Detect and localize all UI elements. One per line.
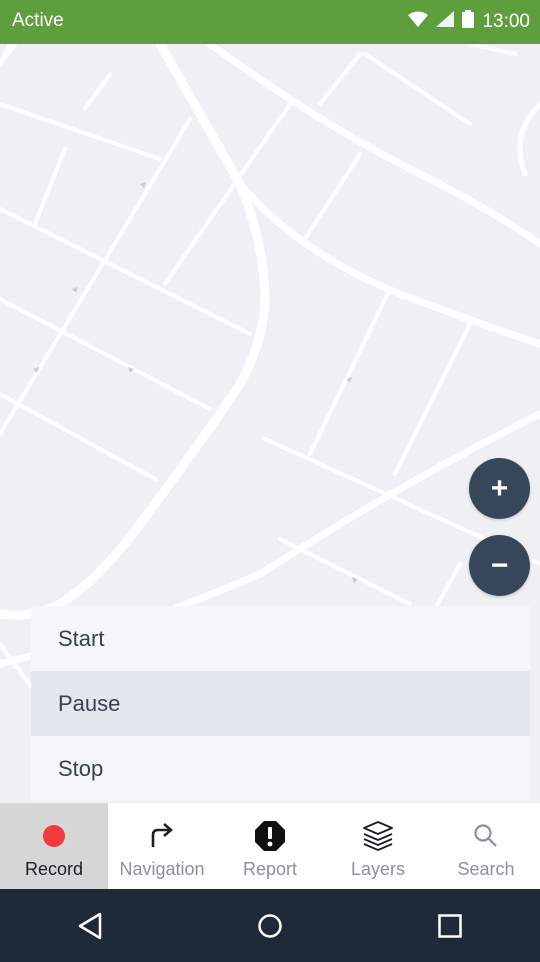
status-bar: Active 13:00: [0, 0, 540, 44]
system-navigation-bar: [0, 889, 540, 962]
back-icon[interactable]: [60, 896, 120, 956]
nav-item-report[interactable]: Report: [216, 803, 324, 889]
wifi-icon: [408, 11, 429, 33]
nav-item-record[interactable]: Record: [0, 803, 108, 889]
status-title: Active: [12, 10, 64, 31]
alert-octagon-icon: [253, 819, 287, 853]
menu-item-pause[interactable]: Pause: [31, 671, 530, 736]
nav-item-layers[interactable]: Layers: [324, 803, 432, 889]
home-icon[interactable]: [240, 896, 300, 956]
nav-label-layers: Layers: [350, 859, 406, 879]
menu-item-start[interactable]: Start: [31, 606, 530, 671]
search-icon: [469, 819, 503, 853]
layers-icon: [361, 819, 395, 853]
zoom-out-button[interactable]: −: [469, 535, 530, 596]
signal-icon: [436, 11, 455, 33]
nav-label-record: Record: [24, 859, 84, 879]
menu-item-stop[interactable]: Stop: [31, 736, 530, 801]
status-icons: 13:00: [408, 10, 530, 34]
status-time: 13:00: [482, 11, 530, 32]
zoom-in-button[interactable]: +: [469, 458, 530, 519]
recording-menu: Start Pause Stop: [31, 606, 530, 801]
nav-item-search[interactable]: Search: [432, 803, 540, 889]
bottom-navigation: Record Navigation Report Layers Search: [0, 803, 540, 889]
battery-icon: [462, 10, 475, 34]
nav-item-navigation[interactable]: Navigation: [108, 803, 216, 889]
turn-right-arrow-icon: [145, 819, 179, 853]
recents-icon[interactable]: [420, 896, 480, 956]
nav-label-navigation: Navigation: [119, 859, 205, 879]
nav-label-search: Search: [457, 859, 515, 879]
nav-label-report: Report: [242, 859, 298, 879]
record-dot-icon: [37, 819, 71, 853]
